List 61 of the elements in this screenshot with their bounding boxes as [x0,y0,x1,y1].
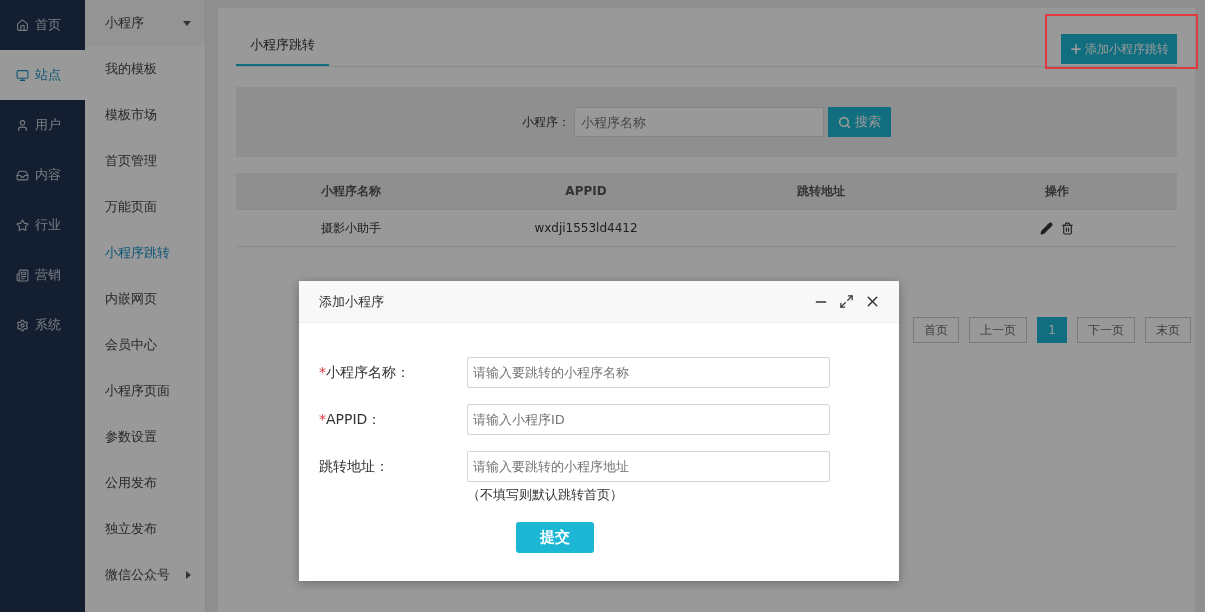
trash-icon[interactable] [1060,221,1074,235]
page-button[interactable]: 1 [1037,317,1067,343]
page-button[interactable]: 首页 [913,317,960,343]
nav-item[interactable]: 系统 [0,300,85,350]
page-button[interactable]: 下一页 [1077,317,1135,343]
nav-item[interactable]: 营销 [0,250,85,300]
maximize-icon[interactable] [839,294,854,309]
column-header: 小程序名称 [320,182,382,200]
field-label: APPID： [326,410,382,427]
star-icon [16,218,29,232]
add-button[interactable]: 添加小程序跳转 [1061,34,1177,64]
column-header: APPID [564,184,608,198]
required-mark: * [319,363,326,380]
dialog-title: 添加小程序 [319,292,384,311]
submenu-item[interactable]: 微信公众号 [85,552,205,598]
input-field[interactable]: 请输入小程序ID [467,404,830,435]
page-button[interactable]: 上一页 [969,317,1028,343]
submenu-item[interactable]: 万能页面 [85,184,205,230]
nav-item[interactable]: 行业 [0,200,85,250]
home-icon [16,18,29,32]
caret-right-icon [186,571,191,579]
nav-item[interactable]: 内容 [0,150,85,200]
search-label: 小程序： [522,113,570,131]
submenu-item[interactable]: 模板市场 [85,92,205,138]
submenu-item[interactable]: 我的模板 [85,46,205,92]
submenu-item[interactable]: 参数设置 [85,414,205,460]
submenu-item[interactable]: 独立发布 [85,506,205,552]
search-button[interactable]: 搜索 [828,107,891,137]
table-cell-text: wxdji1553ld4412 [533,221,639,235]
search-field[interactable]: 小程序名称 [574,107,824,137]
submenu-item[interactable]: 首页管理 [85,138,205,184]
required-mark: * [319,410,326,427]
plus-icon [1069,42,1083,56]
nav-item[interactable]: 用户 [0,100,85,150]
tab[interactable]: 小程序跳转 [236,22,329,66]
user-icon [16,118,29,132]
submenu-item[interactable]: 会员中心 [85,322,205,368]
input-field[interactable]: 请输入要跳转的小程序地址 [467,451,830,482]
field-label: 小程序名称： [326,363,410,380]
caret-down-icon [183,20,191,26]
field-hint: （不填写则默认跳转首页） [467,486,624,504]
table-cell-text: 摄影小助手 [320,219,382,237]
nav-item[interactable]: 首页 [0,0,85,50]
page-button[interactable]: 末页 [1145,317,1191,343]
submenu-item[interactable]: 内嵌网页 [85,276,205,322]
search-icon [838,115,851,129]
settings-icon [16,318,29,332]
newspaper-icon [16,268,29,282]
monitor-icon [16,68,29,82]
input-field[interactable]: 请输入要跳转的小程序名称 [467,357,830,388]
submenu-header[interactable]: 小程序 [85,0,205,46]
field-label: 跳转地址： [319,457,389,474]
column-header: 操作 [1043,182,1070,200]
submit-button[interactable]: 提交 [516,522,594,553]
nav-item[interactable]: 站点 [0,50,85,100]
submenu-item[interactable]: 小程序页面 [85,368,205,414]
column-header: 跳转地址 [796,182,846,200]
submenu-item[interactable]: 小程序跳转 [85,230,205,276]
inbox-icon [16,168,29,182]
pencil-icon[interactable] [1039,221,1053,235]
submenu-item[interactable]: 公用发布 [85,460,205,506]
